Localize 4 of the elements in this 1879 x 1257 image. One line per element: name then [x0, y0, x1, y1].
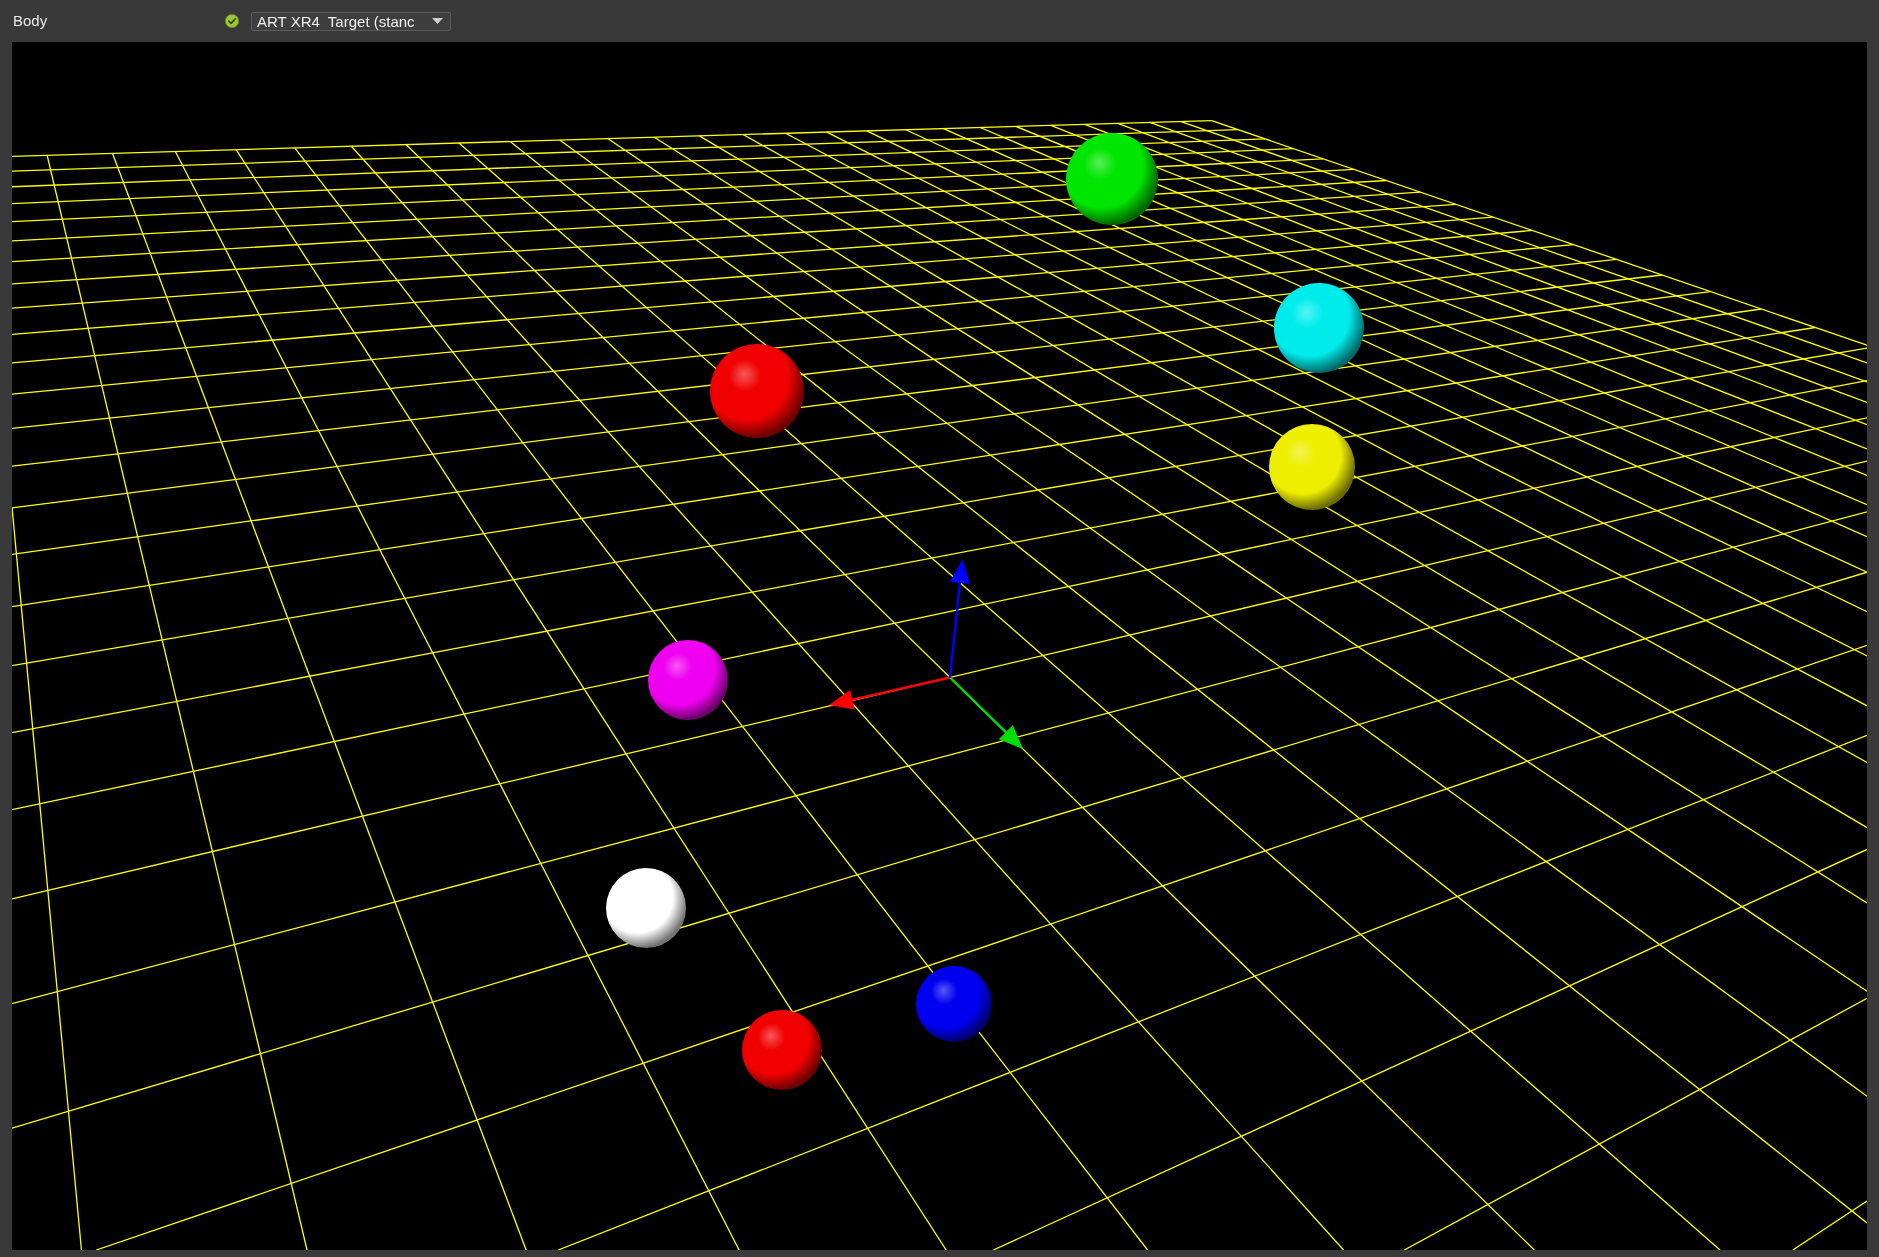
- caret-icon: [432, 18, 443, 24]
- field-label: Body: [13, 12, 49, 30]
- status-check-icon: [225, 14, 239, 28]
- target-dropdown[interactable]: ART XR4 Target (stanc: [251, 11, 451, 31]
